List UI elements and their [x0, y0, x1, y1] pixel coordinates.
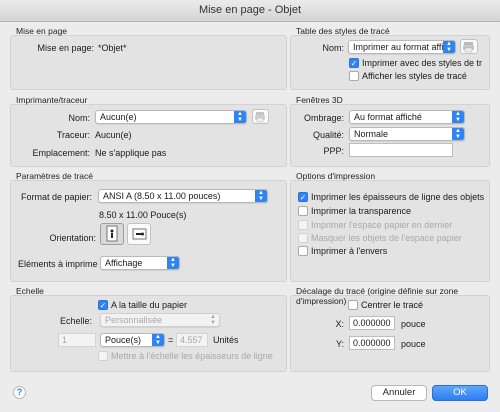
paper-size-text: 8.50 x 11.00 Pouce(s) [99, 210, 187, 220]
chevron-updown-icon: ▲ ▼ [234, 111, 246, 123]
location-value: Ne s'applique pas [95, 148, 167, 158]
plot-params-title: Paramètres de tracé [16, 171, 94, 181]
y-offset-unit: pouce [401, 339, 426, 349]
viewports-3d-title: Fenêtres 3D [296, 95, 343, 105]
x-offset-unit: pouce [401, 319, 426, 329]
portrait-orientation-icon[interactable] [100, 223, 124, 245]
printer-name-label: Nom: [68, 113, 90, 123]
chevron-updown-icon: ▲ ▼ [167, 257, 179, 269]
print-with-styles-label: Imprimer avec des styles de tr [362, 58, 483, 68]
center-plot-checkbox[interactable] [348, 300, 358, 310]
print-lineweights-label: Imprimer les épaisseurs de ligne des obj… [311, 192, 485, 202]
location-label: Emplacement: [32, 148, 90, 158]
units-label: Unités [213, 335, 239, 345]
shade-label: Ombrage: [303, 113, 344, 123]
scale-label: Echelle: [59, 316, 92, 326]
printer-edit-icon[interactable] [460, 39, 478, 54]
plot-style-dropdown[interactable]: Imprimer au format affic ▲ ▼ [348, 40, 456, 54]
plot-style-name-label: Nom: [322, 43, 344, 53]
help-icon[interactable]: ? [13, 386, 26, 399]
y-offset-field[interactable]: 0.000000 [349, 336, 395, 350]
y-offset-label: Y: [335, 339, 344, 349]
scale-denominator-field[interactable]: 4.557 [176, 333, 208, 347]
printer-properties-icon[interactable] [252, 109, 269, 124]
print-transparency-label: Imprimer la transparence [311, 206, 412, 216]
display-styles-label: Afficher les styles de tracé [362, 71, 467, 81]
ok-button[interactable]: OK [432, 385, 488, 401]
scale-lineweights-checkbox[interactable] [98, 351, 108, 361]
printer-title: Imprimante/traceur [16, 95, 88, 105]
upside-down-label: Imprimer à l'envers [311, 246, 388, 256]
upside-down-checkbox[interactable] [298, 246, 308, 256]
printer-name-dropdown[interactable]: Aucun(e) ▲ ▼ [95, 110, 247, 124]
scale-value: Personnalisée [105, 315, 163, 325]
landscape-orientation-icon[interactable] [127, 223, 151, 245]
paper-size-label: Format de papier: [20, 192, 92, 202]
quality-dropdown[interactable]: Normale ▲ ▼ [349, 127, 465, 141]
scale-title: Echelle [16, 286, 44, 296]
plotter-value: Aucun(e) [95, 130, 132, 140]
cancel-button[interactable]: Annuler [371, 385, 427, 401]
x-offset-field[interactable]: 0.000000 [349, 316, 395, 330]
scale-lineweights-label: Mettre à l'échelle les épaisseurs de lig… [111, 351, 273, 361]
window-title: Mise en page - Objet [198, 4, 302, 16]
dpi-label: PPP: [323, 146, 344, 156]
chevron-updown-icon: ▲ ▼ [255, 190, 267, 202]
scale-unit-value: Pouce(s) [105, 335, 142, 345]
fit-to-paper-label: A la taille du papier [111, 300, 188, 310]
chevron-updown-icon: ▲ ▼ [210, 314, 216, 326]
plot-area-value: Affichage [105, 258, 143, 268]
plot-area-label: Eléments à imprime [18, 259, 98, 269]
fit-to-paper-checkbox[interactable]: ✓ [98, 300, 108, 310]
plotter-label: Traceur: [56, 130, 90, 140]
x-offset-label: X: [335, 319, 344, 329]
paperspace-last-checkbox[interactable] [298, 220, 308, 230]
chevron-updown-icon: ▲ ▼ [152, 334, 164, 346]
shade-dropdown[interactable]: Au format affiché ▲ ▼ [349, 110, 465, 124]
orientation-label: Orientation: [49, 233, 96, 243]
page-setup-title: Mise en page [16, 26, 68, 36]
quality-value: Normale [354, 129, 389, 139]
chevron-updown-icon: ▲ ▼ [452, 128, 464, 140]
center-plot-label: Centrer le tracé [361, 300, 424, 310]
scale-equals: = [168, 335, 174, 345]
scale-unit-dropdown[interactable]: Pouce(s) ▲ ▼ [100, 333, 165, 347]
print-transparency-checkbox[interactable] [298, 206, 308, 216]
display-styles-checkbox[interactable] [349, 71, 359, 81]
quality-label: Qualité: [312, 130, 344, 140]
chevron-updown-icon: ▲ ▼ [443, 41, 455, 53]
scale-numerator-field[interactable]: 1 [58, 333, 96, 347]
print-with-styles-checkbox[interactable]: ✓ [349, 58, 359, 68]
shade-value: Au format affiché [354, 112, 422, 122]
printer-name-value: Aucun(e) [100, 112, 137, 122]
paper-size-value: ANSI A (8.50 x 11.00 pouces) [103, 191, 221, 201]
print-lineweights-checkbox[interactable]: ✓ [298, 192, 308, 202]
plot-style-dropdown-value: Imprimer au format affic [353, 42, 448, 52]
plot-style-title: Table des styles de tracé [296, 26, 390, 36]
page-setup-value: *Objet* [98, 43, 127, 53]
chevron-updown-icon: ▲ ▼ [452, 111, 464, 123]
hide-paperspace-label: Masquer les objets de l'espace papier [311, 233, 462, 243]
scale-dropdown[interactable]: Personnalisée ▲ ▼ [100, 313, 220, 327]
paper-size-dropdown[interactable]: ANSI A (8.50 x 11.00 pouces) ▲ ▼ [98, 189, 268, 203]
print-options-title: Options d'impression [296, 171, 376, 181]
plot-area-dropdown[interactable]: Affichage ▲ ▼ [100, 256, 180, 270]
paperspace-last-label: Imprimer l'espace papier en dernier [311, 220, 453, 230]
page-setup-label: Mise en page: [37, 43, 94, 53]
hide-paperspace-checkbox[interactable] [298, 233, 308, 243]
dpi-field[interactable] [349, 143, 453, 157]
window-titlebar: Mise en page - Objet [0, 0, 500, 22]
